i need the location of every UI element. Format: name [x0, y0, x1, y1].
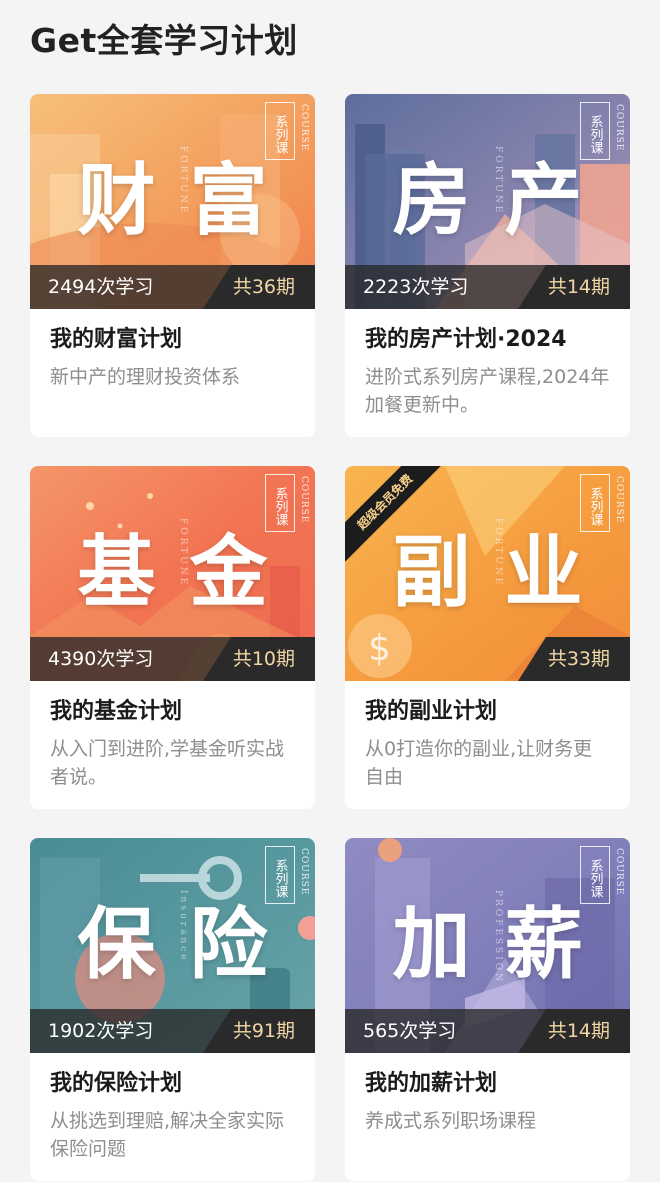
- cover-bar: 1902次学习 共91期: [30, 1009, 315, 1053]
- course-desc: 从入门到进阶,学基金听实战者说。: [50, 738, 285, 788]
- course-title: 我的保险计划: [50, 1071, 183, 1096]
- study-count: 4390次学习: [48, 648, 154, 670]
- course-cover: $ 超级会员免费 FORTUNE COURSE 系列课 副业 共33期: [345, 466, 630, 681]
- course-word: COURSE: [299, 848, 309, 896]
- course-word: COURSE: [614, 104, 624, 152]
- series-tag: 系列课: [265, 102, 295, 160]
- issue-count: 共10期: [203, 637, 315, 681]
- course-word: COURSE: [299, 476, 309, 524]
- course-title: 我的加薪计划: [365, 1071, 498, 1096]
- issue-count: 共91期: [203, 1009, 315, 1053]
- study-count: 2223次学习: [363, 276, 469, 298]
- cover-bar: 2223次学习 共14期: [345, 265, 630, 309]
- course-card-wealth[interactable]: FORTUNE COURSE 系列课 财富 2494次学习 共36期 我的财富计…: [30, 94, 315, 437]
- course-card-salary[interactable]: PROFESSION COURSE 系列课 加薪 565次学习 共14期 我的加…: [345, 838, 630, 1181]
- course-cover: FORTUNE COURSE 系列课 房产 2223次学习 共14期: [345, 94, 630, 309]
- series-tag: 系列课: [580, 102, 610, 160]
- issue-count: 共14期: [518, 1009, 630, 1053]
- course-cover: PROFESSION COURSE 系列课 加薪 565次学习 共14期: [345, 838, 630, 1053]
- series-tag: 系列课: [265, 846, 295, 904]
- course-cover: Insurance COURSE 系列课 保险 1902次学习 共91期: [30, 838, 315, 1053]
- issue-count: 共36期: [203, 265, 315, 309]
- cover-bar: 4390次学习 共10期: [30, 637, 315, 681]
- course-title: 我的财富计划: [50, 327, 183, 352]
- issue-count: 共33期: [518, 637, 630, 681]
- series-tag: 系列课: [580, 474, 610, 532]
- course-desc: 养成式系列职场课程: [365, 1110, 537, 1132]
- issue-count: 共14期: [518, 265, 630, 309]
- cover-title: 房产: [392, 155, 617, 246]
- series-tag: 系列课: [580, 846, 610, 904]
- course-card-property[interactable]: FORTUNE COURSE 系列课 房产 2223次学习 共14期 我的房产计…: [345, 94, 630, 437]
- series-tag: 系列课: [265, 474, 295, 532]
- course-title: 我的基金计划: [50, 699, 183, 724]
- course-title: 我的房产计划·2024: [365, 327, 567, 352]
- course-title: 我的副业计划: [365, 699, 498, 724]
- cover-bar: 2494次学习 共36期: [30, 265, 315, 309]
- course-cover: FORTUNE COURSE 系列课 基金 4390次学习 共10期: [30, 466, 315, 681]
- study-count: 2494次学习: [48, 276, 154, 298]
- course-card-fund[interactable]: FORTUNE COURSE 系列课 基金 4390次学习 共10期 我的基金计…: [30, 466, 315, 809]
- cover-bar: 共33期: [345, 637, 630, 681]
- course-desc: 进阶式系列房产课程,2024年加餐更新中。: [365, 366, 610, 416]
- cover-title: 基金: [77, 527, 302, 618]
- cover-bar: 565次学习 共14期: [345, 1009, 630, 1053]
- course-card-insurance[interactable]: Insurance COURSE 系列课 保险 1902次学习 共91期 我的保…: [30, 838, 315, 1181]
- course-cover: FORTUNE COURSE 系列课 财富 2494次学习 共36期: [30, 94, 315, 309]
- cover-title: 副业: [392, 527, 617, 618]
- course-desc: 从挑选到理赔,解决全家实际保险问题: [50, 1110, 285, 1160]
- course-card-side-business[interactable]: $ 超级会员免费 FORTUNE COURSE 系列课 副业 共33期 我的副业…: [345, 466, 630, 809]
- study-count: 1902次学习: [48, 1020, 154, 1042]
- page-title: Get全套学习计划: [30, 21, 298, 60]
- cover-title: 加薪: [392, 899, 617, 990]
- cover-title: 财富: [77, 155, 302, 246]
- course-word: COURSE: [299, 104, 309, 152]
- course-word: COURSE: [614, 848, 624, 896]
- study-count: 565次学习: [363, 1020, 457, 1042]
- course-desc: 新中产的理财投资体系: [50, 366, 241, 388]
- course-word: COURSE: [614, 476, 624, 524]
- cover-title: 保险: [77, 899, 302, 990]
- course-desc: 从0打造你的副业,让财务更自由: [365, 738, 593, 788]
